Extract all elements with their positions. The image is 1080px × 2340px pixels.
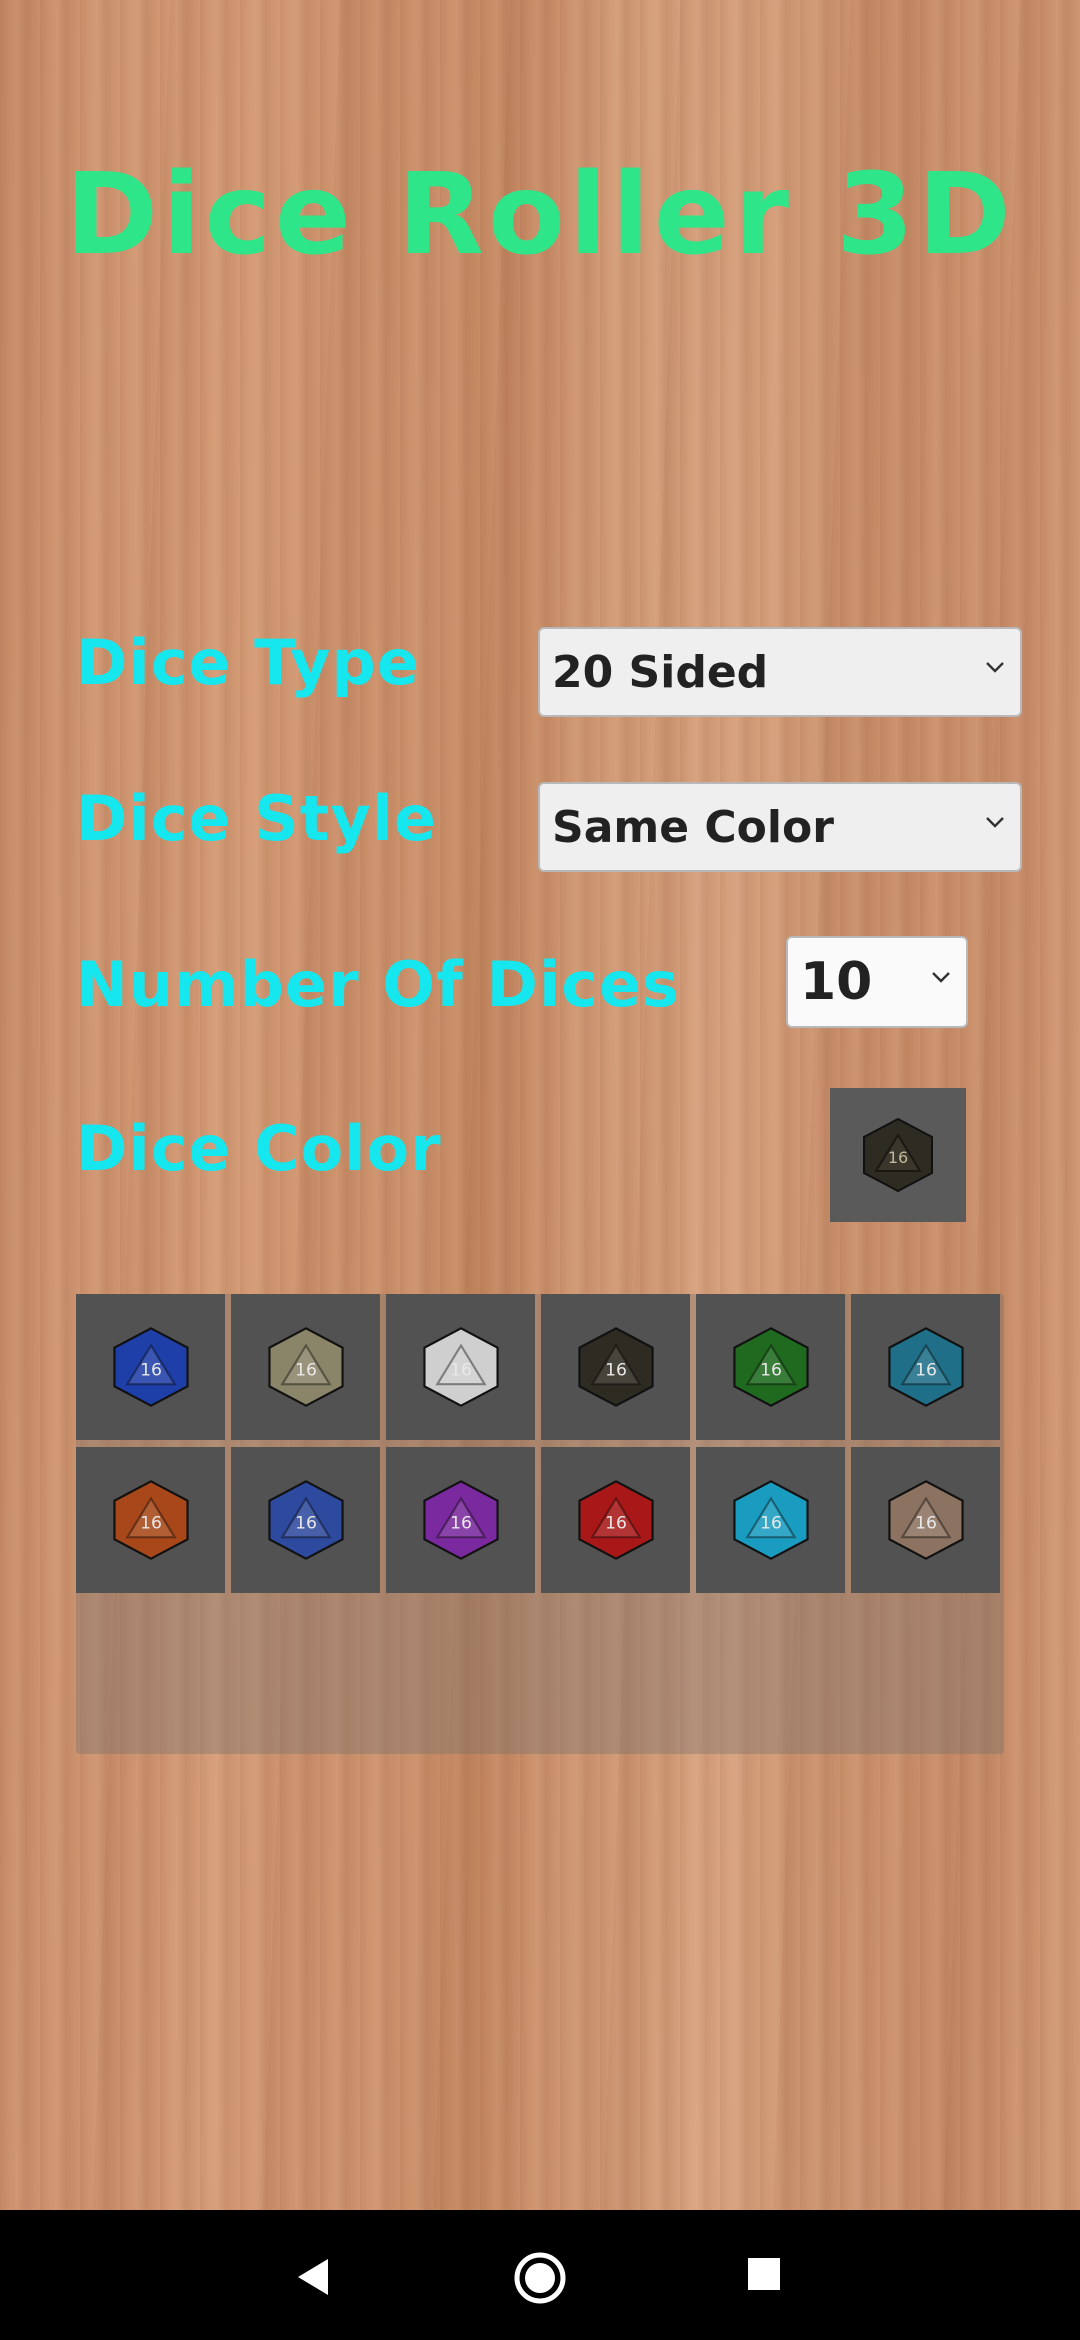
svg-text:16: 16 xyxy=(605,1514,627,1534)
number-of-dices-select[interactable]: 10 xyxy=(786,936,968,1028)
chevron-down-icon xyxy=(986,817,1004,828)
svg-text:16: 16 xyxy=(295,1514,317,1534)
svg-text:16: 16 xyxy=(915,1514,937,1534)
d20-die-icon: 16 xyxy=(267,1327,344,1407)
d20-die-icon: 16 xyxy=(112,1480,189,1560)
dice-style-label: Dice Style xyxy=(76,782,438,855)
svg-text:16: 16 xyxy=(140,1361,162,1381)
d20-die-icon: 16 xyxy=(887,1327,964,1407)
d20-die-icon: 16 xyxy=(422,1480,499,1560)
number-of-dices-label: Number Of Dices xyxy=(76,948,680,1021)
svg-text:16: 16 xyxy=(140,1514,162,1534)
svg-text:16: 16 xyxy=(450,1514,472,1534)
dice-color-option-tan[interactable]: 16 xyxy=(851,1447,1000,1593)
dice-color-option-teal[interactable]: 16 xyxy=(851,1294,1000,1440)
selected-dice-color-swatch[interactable]: 16 xyxy=(830,1088,966,1222)
dice-color-label: Dice Color xyxy=(76,1112,442,1185)
svg-text:16: 16 xyxy=(605,1361,627,1381)
recents-icon[interactable] xyxy=(746,2256,782,2292)
dice-color-option-red[interactable]: 16 xyxy=(541,1447,690,1593)
dice-style-select[interactable]: Same Color xyxy=(538,782,1022,872)
chevron-down-icon xyxy=(986,662,1004,673)
svg-text:16: 16 xyxy=(760,1514,782,1534)
d20-die-icon: 16 xyxy=(422,1327,499,1407)
d20-die-icon: 16 xyxy=(863,1117,933,1193)
number-of-dices-value: 10 xyxy=(800,952,873,1012)
dice-color-option-orange[interactable]: 16 xyxy=(76,1447,225,1593)
dice-color-palette: 16 16 16 16 16 16 16 16 16 16 16 16 xyxy=(76,1294,1004,1754)
svg-text:16: 16 xyxy=(915,1361,937,1381)
d20-die-icon: 16 xyxy=(732,1327,809,1407)
d20-die-icon: 16 xyxy=(887,1480,964,1560)
back-icon[interactable] xyxy=(294,2255,334,2299)
dice-color-option-white[interactable]: 16 xyxy=(386,1294,535,1440)
d20-die-icon: 16 xyxy=(267,1480,344,1560)
home-icon[interactable] xyxy=(512,2250,568,2306)
dice-color-option-black[interactable]: 16 xyxy=(541,1294,690,1440)
app-title: Dice Roller 3D xyxy=(65,150,1015,280)
dice-color-option-beige[interactable]: 16 xyxy=(231,1294,380,1440)
dice-color-option-purple[interactable]: 16 xyxy=(386,1447,535,1593)
chevron-down-icon xyxy=(932,972,950,983)
svg-text:16: 16 xyxy=(295,1361,317,1381)
dice-type-select[interactable]: 20 Sided xyxy=(538,627,1022,717)
svg-text:16: 16 xyxy=(450,1361,472,1381)
dice-color-option-blue[interactable]: 16 xyxy=(76,1294,225,1440)
dice-type-label: Dice Type xyxy=(76,626,420,699)
d20-die-icon: 16 xyxy=(577,1327,654,1407)
d20-die-icon: 16 xyxy=(577,1480,654,1560)
dice-type-value: 20 Sided xyxy=(552,646,769,698)
d20-die-icon: 16 xyxy=(732,1480,809,1560)
svg-text:16: 16 xyxy=(888,1148,908,1167)
dice-color-option-cyan[interactable]: 16 xyxy=(696,1447,845,1593)
svg-text:16: 16 xyxy=(760,1361,782,1381)
dice-color-option-navy[interactable]: 16 xyxy=(231,1447,380,1593)
dice-color-option-green[interactable]: 16 xyxy=(696,1294,845,1440)
d20-die-icon: 16 xyxy=(112,1327,189,1407)
dice-style-value: Same Color xyxy=(552,801,834,853)
